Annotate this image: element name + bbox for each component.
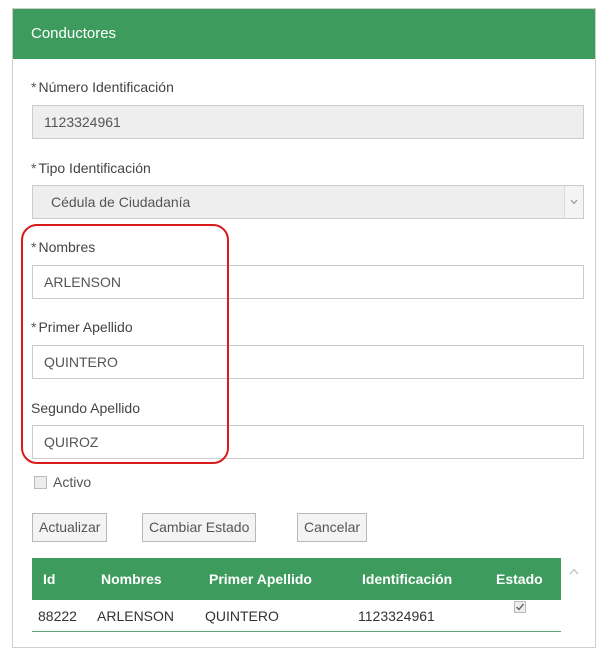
names-field[interactable]: ARLENSON bbox=[32, 265, 584, 299]
cell-id: 88222 bbox=[38, 608, 77, 624]
col-header-first-surname[interactable]: Primer Apellido bbox=[209, 558, 312, 600]
required-mark: * bbox=[31, 239, 37, 255]
id-type-select[interactable]: Cédula de Ciudadanía bbox=[32, 185, 584, 219]
names-label: * Nombres bbox=[31, 239, 96, 255]
id-number-label: * Número Identificación bbox=[31, 79, 174, 95]
col-header-identification[interactable]: Identificación bbox=[362, 558, 452, 600]
required-mark: * bbox=[31, 319, 37, 335]
active-checkbox[interactable] bbox=[34, 476, 47, 489]
second-surname-field[interactable]: QUIROZ bbox=[32, 425, 584, 459]
first-surname-label: * Primer Apellido bbox=[31, 319, 133, 335]
id-number-field[interactable]: 1123324961 bbox=[32, 105, 584, 139]
panel-title: Conductores bbox=[13, 9, 595, 59]
col-header-state[interactable]: Estado bbox=[496, 558, 543, 600]
required-mark: * bbox=[31, 160, 37, 176]
second-surname-label: Segundo Apellido bbox=[31, 400, 140, 416]
grid-header: Id Nombres Primer Apellido Identificació… bbox=[32, 558, 561, 600]
required-mark: * bbox=[31, 79, 37, 95]
table-row[interactable]: 88222 ARLENSON QUINTERO 1123324961 bbox=[32, 601, 561, 632]
cell-identification: 1123324961 bbox=[358, 608, 435, 624]
check-icon bbox=[516, 603, 525, 611]
first-surname-field[interactable]: QUINTERO bbox=[32, 345, 584, 379]
id-type-value: Cédula de Ciudadanía bbox=[51, 194, 191, 210]
active-label: Activo bbox=[53, 474, 92, 490]
cell-names: ARLENSON bbox=[97, 608, 175, 624]
scroll-up-icon[interactable] bbox=[568, 565, 580, 577]
chevron-down-icon[interactable] bbox=[564, 186, 583, 218]
update-button[interactable]: Actualizar bbox=[32, 513, 108, 542]
change-state-button[interactable]: Cambiar Estado bbox=[142, 513, 257, 542]
cell-first-surname: QUINTERO bbox=[205, 608, 279, 624]
cell-state-checkbox bbox=[514, 601, 526, 613]
col-header-names[interactable]: Nombres bbox=[101, 558, 162, 600]
col-header-id[interactable]: Id bbox=[43, 558, 55, 600]
id-type-label: * Tipo Identificación bbox=[31, 160, 151, 176]
cancel-button[interactable]: Cancelar bbox=[297, 513, 368, 542]
drivers-panel: Conductores * Número Identificación 11233… bbox=[12, 8, 596, 648]
